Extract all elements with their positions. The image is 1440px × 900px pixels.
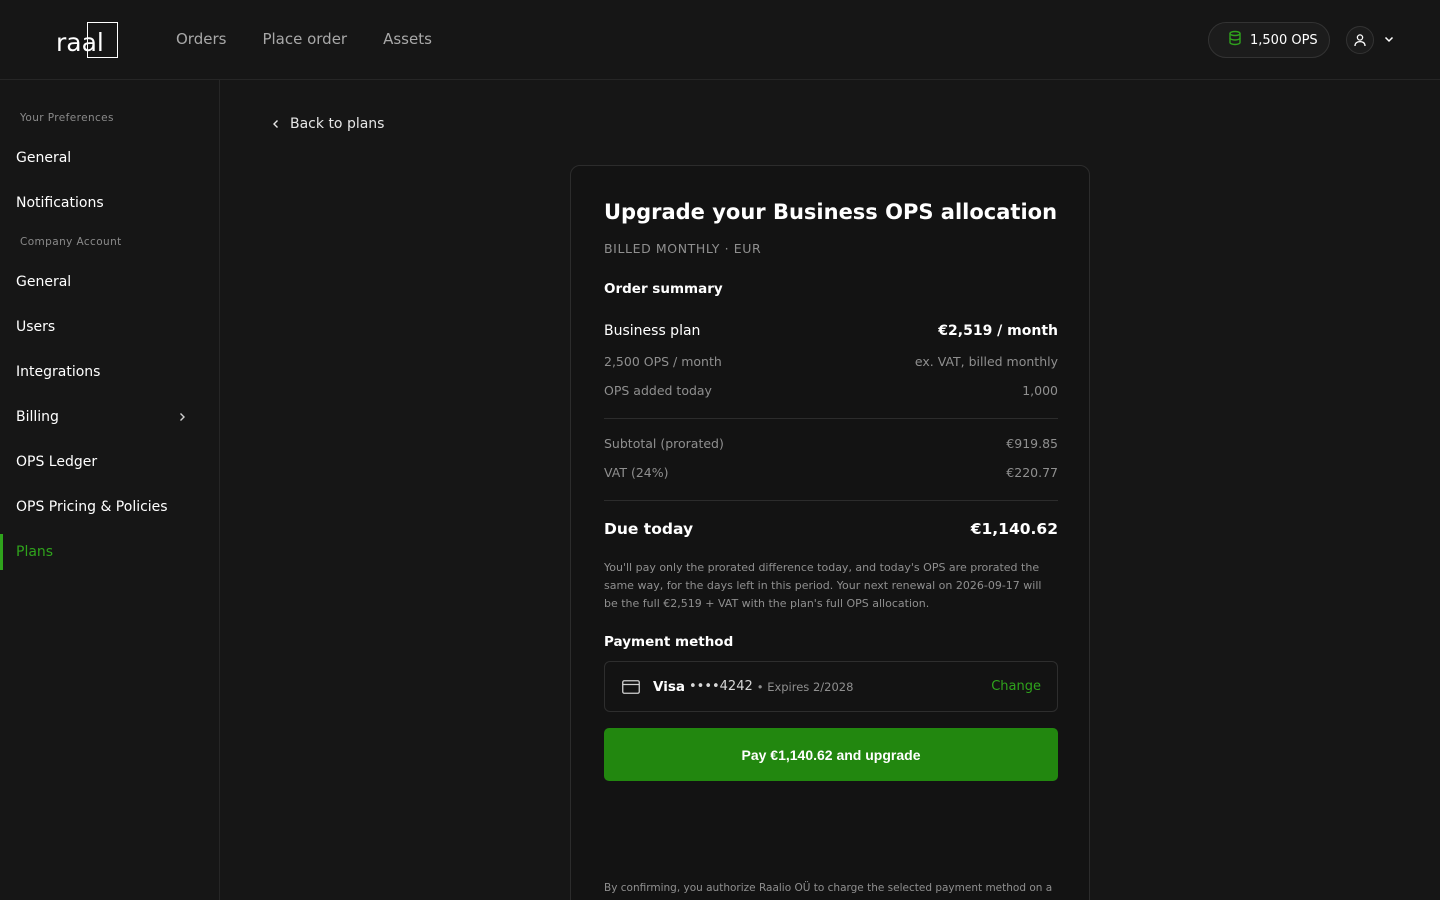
- ops-balance-pill[interactable]: 1,500 OPS: [1208, 22, 1330, 58]
- ops-added-label: OPS added today: [604, 383, 712, 398]
- credit-card-icon: [622, 679, 640, 694]
- nav-assets[interactable]: Assets: [383, 29, 432, 49]
- back-link-label: Back to plans: [290, 116, 385, 132]
- ops-balance-text: 1,500 OPS: [1250, 32, 1318, 48]
- divider: [604, 500, 1058, 501]
- pay-button-label: Pay €1,140.62 and upgrade: [741, 746, 921, 763]
- sidebar-section-preferences: Your Preferences: [20, 112, 114, 124]
- sidebar-item-general-company[interactable]: General: [0, 262, 219, 302]
- logo-frame: [87, 22, 118, 58]
- plan-row: Business plan €2,519 / month: [604, 323, 1058, 339]
- sidebar-item-ops-ledger[interactable]: OPS Ledger: [0, 442, 219, 482]
- card-expiry: • Expires 2/2028: [756, 679, 854, 694]
- chevron-left-icon: [273, 120, 278, 128]
- chevron-down-icon[interactable]: [1382, 32, 1396, 46]
- sidebar-item-users[interactable]: Users: [0, 307, 219, 347]
- subtotal-value: €919.85: [1006, 436, 1058, 451]
- nav-place-order[interactable]: Place order: [262, 29, 347, 49]
- subtotal-row: Subtotal (prorated) €919.85: [604, 436, 1058, 451]
- coins-icon: [1228, 30, 1242, 50]
- payment-method-box: Visa ••••4242 • Expires 2/2028 Change: [604, 661, 1058, 712]
- sidebar-item-label: Billing: [16, 409, 59, 425]
- plan-price: €2,519 / month: [938, 323, 1058, 339]
- vat-label: VAT (24%): [604, 465, 669, 480]
- sidebar-item-integrations[interactable]: Integrations: [0, 352, 219, 392]
- order-summary-heading: Order summary: [604, 281, 723, 297]
- vat-value: €220.77: [1006, 465, 1058, 480]
- billing-subtitle: BILLED MONTHLY · EUR: [604, 241, 762, 256]
- plan-label: Business plan: [604, 323, 701, 339]
- ops-added-row: OPS added today 1,000: [604, 383, 1058, 398]
- change-payment-link[interactable]: Change: [991, 679, 1041, 694]
- divider: [604, 418, 1058, 419]
- page-title: Upgrade your Business OPS allocation: [604, 200, 1058, 224]
- vat-row: VAT (24%) €220.77: [604, 465, 1058, 480]
- card-brand: Visa: [653, 678, 685, 695]
- ops-per-month: 2,500 OPS / month: [604, 354, 722, 369]
- chevron-right-icon: [180, 413, 185, 421]
- legal-text: By confirming, you authorize Raalio OÜ t…: [604, 882, 1053, 894]
- nav-orders[interactable]: Orders: [176, 29, 226, 49]
- settings-sidebar: Your Preferences General Notifications C…: [0, 80, 220, 900]
- user-icon: [1354, 34, 1366, 47]
- proration-note: You'll pay only the prorated difference …: [604, 561, 1042, 610]
- ops-per-month-row: 2,500 OPS / month ex. VAT, billed monthl…: [604, 354, 1058, 369]
- sidebar-item-notifications[interactable]: Notifications: [0, 183, 219, 223]
- payment-method-heading: Payment method: [604, 634, 734, 650]
- pay-and-upgrade-button[interactable]: Pay €1,140.62 and upgrade: [604, 728, 1058, 781]
- sidebar-item-general-preferences[interactable]: General: [0, 138, 219, 178]
- upgrade-card: Upgrade your Business OPS allocation BIL…: [570, 165, 1090, 900]
- sidebar-section-company: Company Account: [20, 236, 122, 248]
- user-avatar[interactable]: [1346, 26, 1374, 54]
- sidebar-item-ops-pricing[interactable]: OPS Pricing & Policies: [0, 487, 219, 527]
- sidebar-item-plans[interactable]: Plans: [0, 532, 219, 572]
- due-today-value: €1,140.62: [970, 520, 1058, 538]
- sidebar-item-billing[interactable]: Billing: [0, 397, 219, 437]
- card-last-digits: ••••4242: [688, 679, 753, 694]
- subtotal-label: Subtotal (prorated): [604, 436, 724, 451]
- main-nav: Orders Place order Assets: [176, 29, 432, 49]
- due-today-label: Due today: [604, 520, 694, 538]
- due-today-row: Due today €1,140.62: [604, 520, 1058, 538]
- billing-note: ex. VAT, billed monthly: [914, 354, 1058, 369]
- logo[interactable]: raal: [56, 22, 118, 58]
- ops-added-value: 1,000: [1022, 383, 1058, 398]
- back-to-plans-link[interactable]: Back to plans: [270, 116, 384, 132]
- top-header: raal Orders Place order Assets 1,500 OPS: [0, 0, 1440, 80]
